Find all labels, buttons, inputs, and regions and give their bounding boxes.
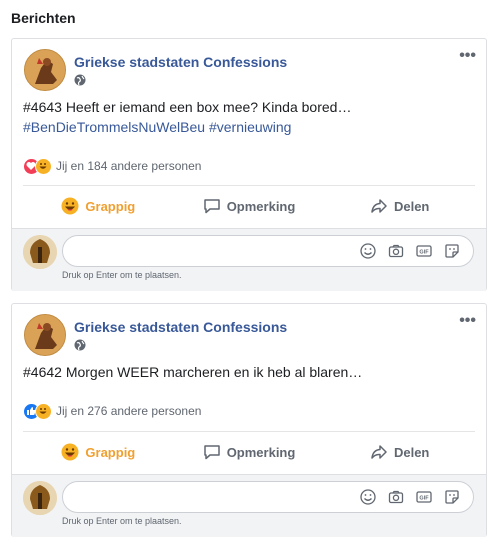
post-card: Griekse stadstaten Confessions ••• #4642… xyxy=(11,303,487,537)
camera-icon[interactable] xyxy=(387,488,405,506)
haha-reaction-icon xyxy=(35,157,52,175)
divider xyxy=(23,185,475,186)
sticker-icon[interactable] xyxy=(443,242,461,260)
gif-icon[interactable]: GIF xyxy=(415,242,433,260)
page-name[interactable]: Griekse stadstaten Confessions xyxy=(74,54,287,70)
comment-button[interactable]: Opmerking xyxy=(174,191,325,221)
comment-icon xyxy=(203,197,221,215)
comment-hint: Druk op Enter om te plaatsen. xyxy=(62,516,182,526)
emoji-icon[interactable] xyxy=(359,488,377,506)
comment-icon xyxy=(203,443,221,461)
react-label: Grappig xyxy=(85,444,136,460)
hashtags[interactable]: #BenDieTrommelsNuWelBeu #vernieuwing xyxy=(23,117,351,137)
page-name[interactable]: Griekse stadstaten Confessions xyxy=(74,319,287,335)
comment-area: GIF Druk op Enter om te plaatsen. xyxy=(12,474,486,537)
user-avatar[interactable] xyxy=(23,481,57,515)
share-button[interactable]: Delen xyxy=(324,437,475,467)
page-avatar[interactable] xyxy=(24,49,66,91)
share-label: Delen xyxy=(393,444,430,460)
emoji-icon[interactable] xyxy=(359,242,377,260)
react-button[interactable]: Grappig xyxy=(23,437,174,467)
comment-label: Opmerking xyxy=(226,198,296,214)
comment-input[interactable]: GIF xyxy=(62,235,474,267)
sticker-icon[interactable] xyxy=(443,488,461,506)
globe-icon xyxy=(74,74,86,86)
reaction-summary[interactable]: Jij en 184 andere personen xyxy=(23,156,201,176)
post-card: Griekse stadstaten Confessions ••• #4643… xyxy=(11,38,487,291)
more-options-icon[interactable]: ••• xyxy=(459,47,476,65)
reaction-count: Jij en 184 andere personen xyxy=(56,159,202,173)
action-bar: Grappig Opmerking Delen xyxy=(23,437,475,467)
post-text: #4643 Heeft er iemand een box mee? Kinda… xyxy=(23,99,352,137)
react-label: Grappig xyxy=(85,198,136,214)
camera-icon[interactable] xyxy=(387,242,405,260)
comment-input[interactable]: GIF xyxy=(62,481,474,513)
gif-icon[interactable]: GIF xyxy=(415,488,433,506)
comment-hint: Druk op Enter om te plaatsen. xyxy=(62,270,182,280)
haha-reaction-icon xyxy=(35,402,52,420)
haha-icon xyxy=(61,443,79,461)
more-options-icon[interactable]: ••• xyxy=(459,312,476,330)
divider xyxy=(23,431,475,432)
svg-text:GIF: GIF xyxy=(419,496,429,502)
react-button[interactable]: Grappig xyxy=(23,191,174,221)
user-avatar[interactable] xyxy=(23,235,57,269)
section-title: Berichten xyxy=(11,10,76,26)
comment-label: Opmerking xyxy=(226,444,296,460)
share-icon xyxy=(370,443,388,461)
action-bar: Grappig Opmerking Delen xyxy=(23,191,475,221)
share-icon xyxy=(370,197,388,215)
globe-icon xyxy=(74,339,86,351)
comment-area: GIF Druk op Enter om te plaatsen. xyxy=(12,228,486,291)
page-avatar[interactable] xyxy=(24,314,66,356)
reaction-summary[interactable]: Jij en 276 andere personen xyxy=(23,401,201,421)
reaction-count: Jij en 276 andere personen xyxy=(56,404,202,418)
comment-button[interactable]: Opmerking xyxy=(174,437,325,467)
svg-text:GIF: GIF xyxy=(419,250,429,256)
share-button[interactable]: Delen xyxy=(324,191,475,221)
haha-icon xyxy=(61,197,79,215)
post-text: #4642 Morgen WEER marcheren en ik heb al… xyxy=(23,364,363,380)
share-label: Delen xyxy=(393,198,430,214)
